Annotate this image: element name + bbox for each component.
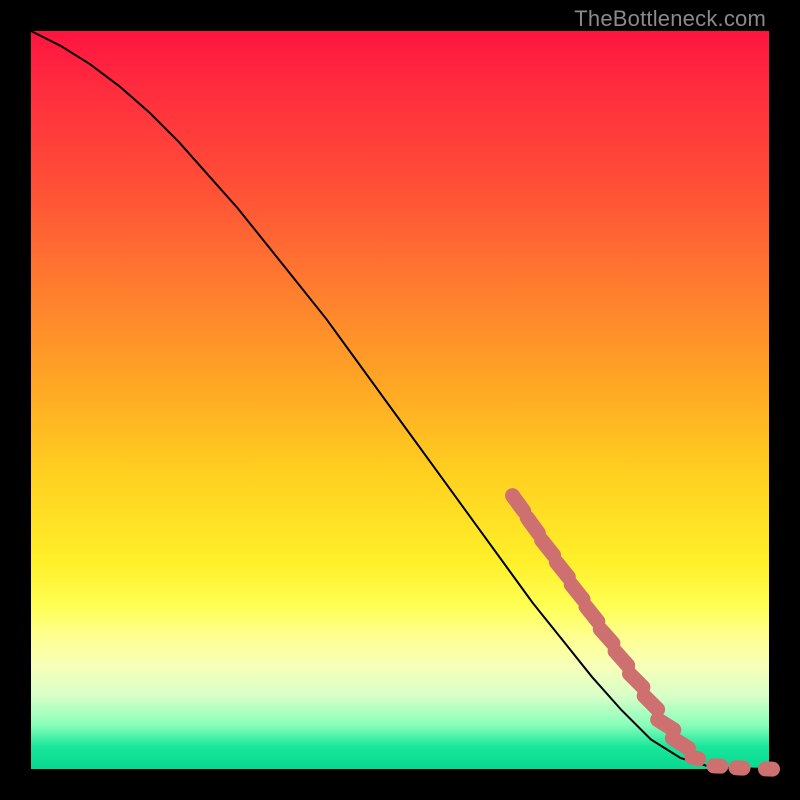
curve-marker — [728, 760, 751, 776]
curve-marker — [758, 761, 780, 777]
marker-group — [502, 485, 780, 777]
chart-frame: TheBottleneck.com — [0, 0, 800, 800]
bottleneck-curve — [31, 31, 769, 769]
curve-marker — [706, 758, 729, 774]
watermark-label: TheBottleneck.com — [574, 6, 766, 32]
chart-overlay — [31, 31, 769, 769]
